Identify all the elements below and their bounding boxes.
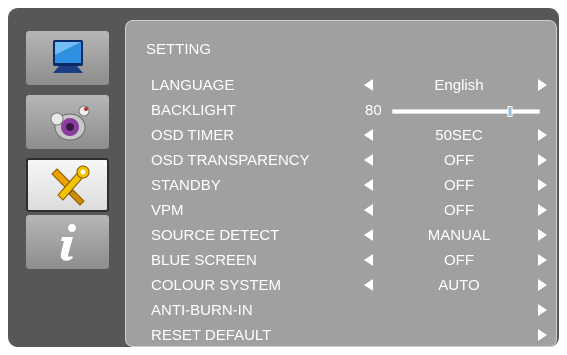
- left-arrow-icon[interactable]: [364, 129, 373, 141]
- sidebar-item-audio[interactable]: [26, 95, 109, 149]
- right-arrow-icon[interactable]: [538, 129, 547, 141]
- right-arrow-icon[interactable]: [538, 329, 547, 341]
- menu-row-anti-burn-in[interactable]: ANTI-BURN-IN: [126, 298, 556, 323]
- row-label: VPM: [151, 202, 184, 219]
- row-value: AUTO: [438, 277, 480, 294]
- left-arrow-icon[interactable]: [364, 254, 373, 266]
- row-value: OFF: [444, 252, 474, 269]
- settings-panel: SETTING LANGUAGE English BACKLIGHT 80 OS…: [125, 20, 557, 347]
- menu-title: SETTING: [146, 41, 212, 58]
- left-arrow-icon[interactable]: [364, 154, 373, 166]
- menu-row-backlight[interactable]: BACKLIGHT 80: [126, 98, 556, 123]
- row-value: 50SEC: [435, 127, 483, 144]
- right-arrow-icon[interactable]: [538, 254, 547, 266]
- slider-thumb[interactable]: [507, 106, 513, 117]
- row-value: MANUAL: [427, 227, 491, 244]
- row-label: ANTI-BURN-IN: [151, 302, 253, 319]
- right-arrow-icon[interactable]: [538, 229, 547, 241]
- menu-row-osd-transparency[interactable]: OSD TRANSPARENCY OFF: [126, 148, 556, 173]
- slider-fill: [393, 110, 510, 113]
- left-arrow-icon[interactable]: [364, 229, 373, 241]
- backlight-value: 80: [365, 102, 382, 119]
- right-arrow-icon[interactable]: [538, 154, 547, 166]
- menu-row-vpm[interactable]: VPM OFF: [126, 198, 556, 223]
- row-value: OFF: [444, 177, 474, 194]
- tools-icon: [51, 165, 90, 206]
- monitor-icon: [53, 40, 83, 73]
- left-arrow-icon[interactable]: [364, 279, 373, 291]
- left-arrow-icon[interactable]: [364, 79, 373, 91]
- row-label: BACKLIGHT: [151, 102, 237, 119]
- menu-row-colour-system[interactable]: COLOUR SYSTEM AUTO: [126, 273, 556, 298]
- row-label: STANDBY: [151, 177, 221, 194]
- right-arrow-icon[interactable]: [538, 304, 547, 316]
- row-label: BLUE SCREEN: [151, 252, 257, 269]
- osd-menu: SETTING LANGUAGE English BACKLIGHT 80 OS…: [8, 8, 559, 347]
- left-arrow-icon[interactable]: [364, 179, 373, 191]
- row-value: OFF: [444, 152, 474, 169]
- left-arrow-icon[interactable]: [364, 204, 373, 216]
- right-arrow-icon[interactable]: [538, 179, 547, 191]
- sidebar-item-setting[interactable]: [26, 158, 109, 212]
- menu-row-reset-default[interactable]: RESET DEFAULT: [126, 323, 556, 347]
- right-arrow-icon[interactable]: [538, 79, 547, 91]
- info-icon: [60, 224, 76, 261]
- row-label: OSD TRANSPARENCY: [151, 152, 310, 169]
- row-label: SOURCE DETECT: [151, 227, 280, 244]
- menu-row-osd-timer[interactable]: OSD TIMER 50SEC: [126, 123, 556, 148]
- row-label: COLOUR SYSTEM: [151, 277, 282, 294]
- audio-speaker-icon: [50, 105, 90, 141]
- row-label: RESET DEFAULT: [151, 327, 272, 344]
- menu-row-standby[interactable]: STANDBY OFF: [126, 173, 556, 198]
- right-arrow-icon[interactable]: [538, 279, 547, 291]
- row-label: OSD TIMER: [151, 127, 235, 144]
- row-label: LANGUAGE: [151, 77, 235, 94]
- sidebar-item-picture[interactable]: [26, 31, 109, 85]
- sidebar-item-information[interactable]: [26, 215, 109, 269]
- menu-row-blue-screen[interactable]: BLUE SCREEN OFF: [126, 248, 556, 273]
- menu-row-language[interactable]: LANGUAGE English: [126, 73, 556, 98]
- backlight-slider[interactable]: [392, 106, 540, 117]
- right-arrow-icon[interactable]: [538, 204, 547, 216]
- row-value: English: [434, 77, 484, 94]
- menu-row-source-detect[interactable]: SOURCE DETECT MANUAL: [126, 223, 556, 248]
- row-value: OFF: [444, 202, 474, 219]
